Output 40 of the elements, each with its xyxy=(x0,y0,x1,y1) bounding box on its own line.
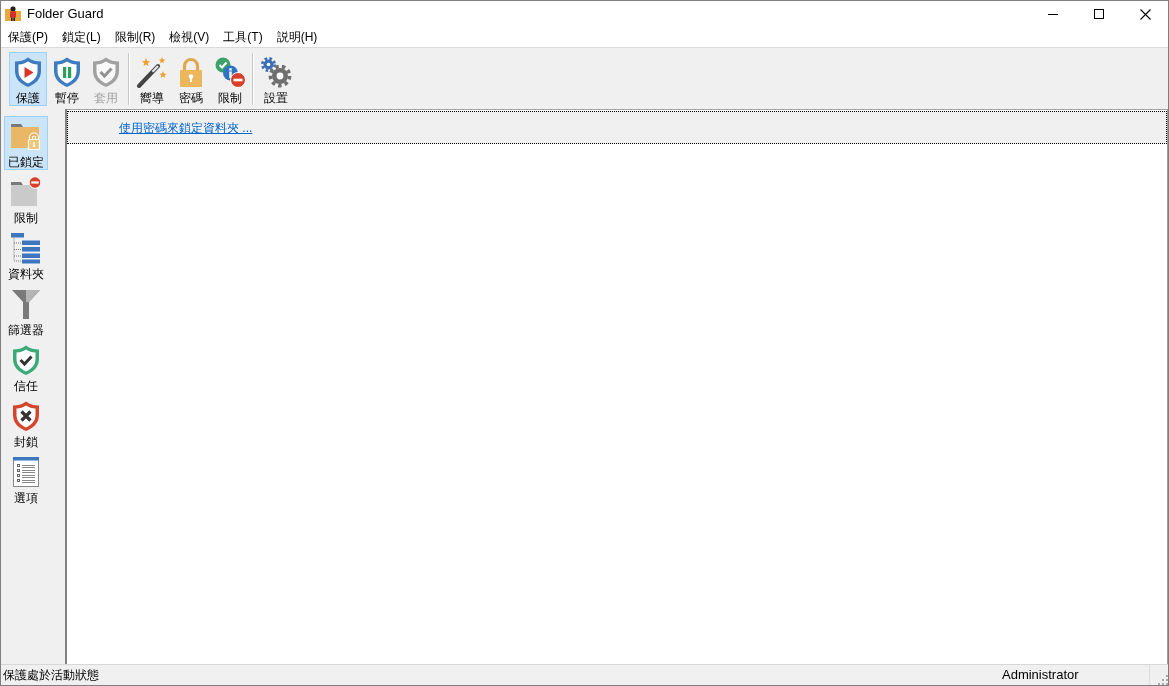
sidebar-item[interactable]: 封鎖 xyxy=(4,396,48,450)
toolbar-button[interactable]: 限制 xyxy=(211,52,249,106)
menu-item[interactable]: 工具(T) xyxy=(216,27,270,47)
status-circles-icon xyxy=(214,56,246,88)
pause-shield-icon xyxy=(51,56,83,88)
menu-item[interactable]: 保護(P) xyxy=(1,27,55,47)
minimize-icon xyxy=(1048,13,1058,15)
folder-figure-icon xyxy=(5,6,21,22)
check-shield-icon xyxy=(10,344,42,376)
toolbar-button[interactable]: 暫停 xyxy=(48,52,86,106)
toolbar-button[interactable]: 保護 xyxy=(9,52,47,106)
sidebar-item[interactable]: 篩選器 xyxy=(4,284,48,338)
sidebar-item[interactable]: 已鎖定 xyxy=(4,116,48,170)
menu-item[interactable]: 限制(R) xyxy=(107,27,163,47)
lock-folder-link[interactable]: 使用密碼來鎖定資料夾 ... xyxy=(119,118,253,137)
sidebar-item[interactable]: 限制 xyxy=(4,172,48,226)
toolbar-button[interactable]: 設置 xyxy=(257,52,295,106)
resize-grip-icon xyxy=(1158,675,1168,685)
sidebar-item[interactable]: 資料夾 xyxy=(4,228,48,282)
maximize-icon xyxy=(1094,9,1104,19)
check-shield-icon xyxy=(90,56,122,88)
magic-wand-icon xyxy=(136,56,168,88)
sidebar-item[interactable]: 信任 xyxy=(4,340,48,394)
user-name: Administrator xyxy=(1002,666,1079,685)
toolbar-button[interactable]: 嚮導 xyxy=(133,52,171,106)
folder-tree-icon xyxy=(10,232,42,264)
sidebar-item[interactable]: 選項 xyxy=(4,452,48,506)
window-title: Folder Guard xyxy=(27,5,104,24)
play-shield-icon xyxy=(12,56,44,88)
close-icon xyxy=(1139,8,1151,20)
list-document-icon xyxy=(10,456,42,488)
gears-icon xyxy=(260,56,292,88)
menu-item[interactable]: 説明(H) xyxy=(269,27,325,47)
menu-item[interactable]: 檢視(V) xyxy=(162,27,217,47)
cross-shield-icon xyxy=(10,400,42,432)
menu-item[interactable]: 鎖定(L) xyxy=(55,27,108,47)
folder-minus-icon xyxy=(10,176,42,208)
toolbar-button[interactable]: 密碼 xyxy=(172,52,210,106)
status-message: 保護處於活動狀態 xyxy=(3,667,99,684)
funnel-icon xyxy=(10,288,42,320)
